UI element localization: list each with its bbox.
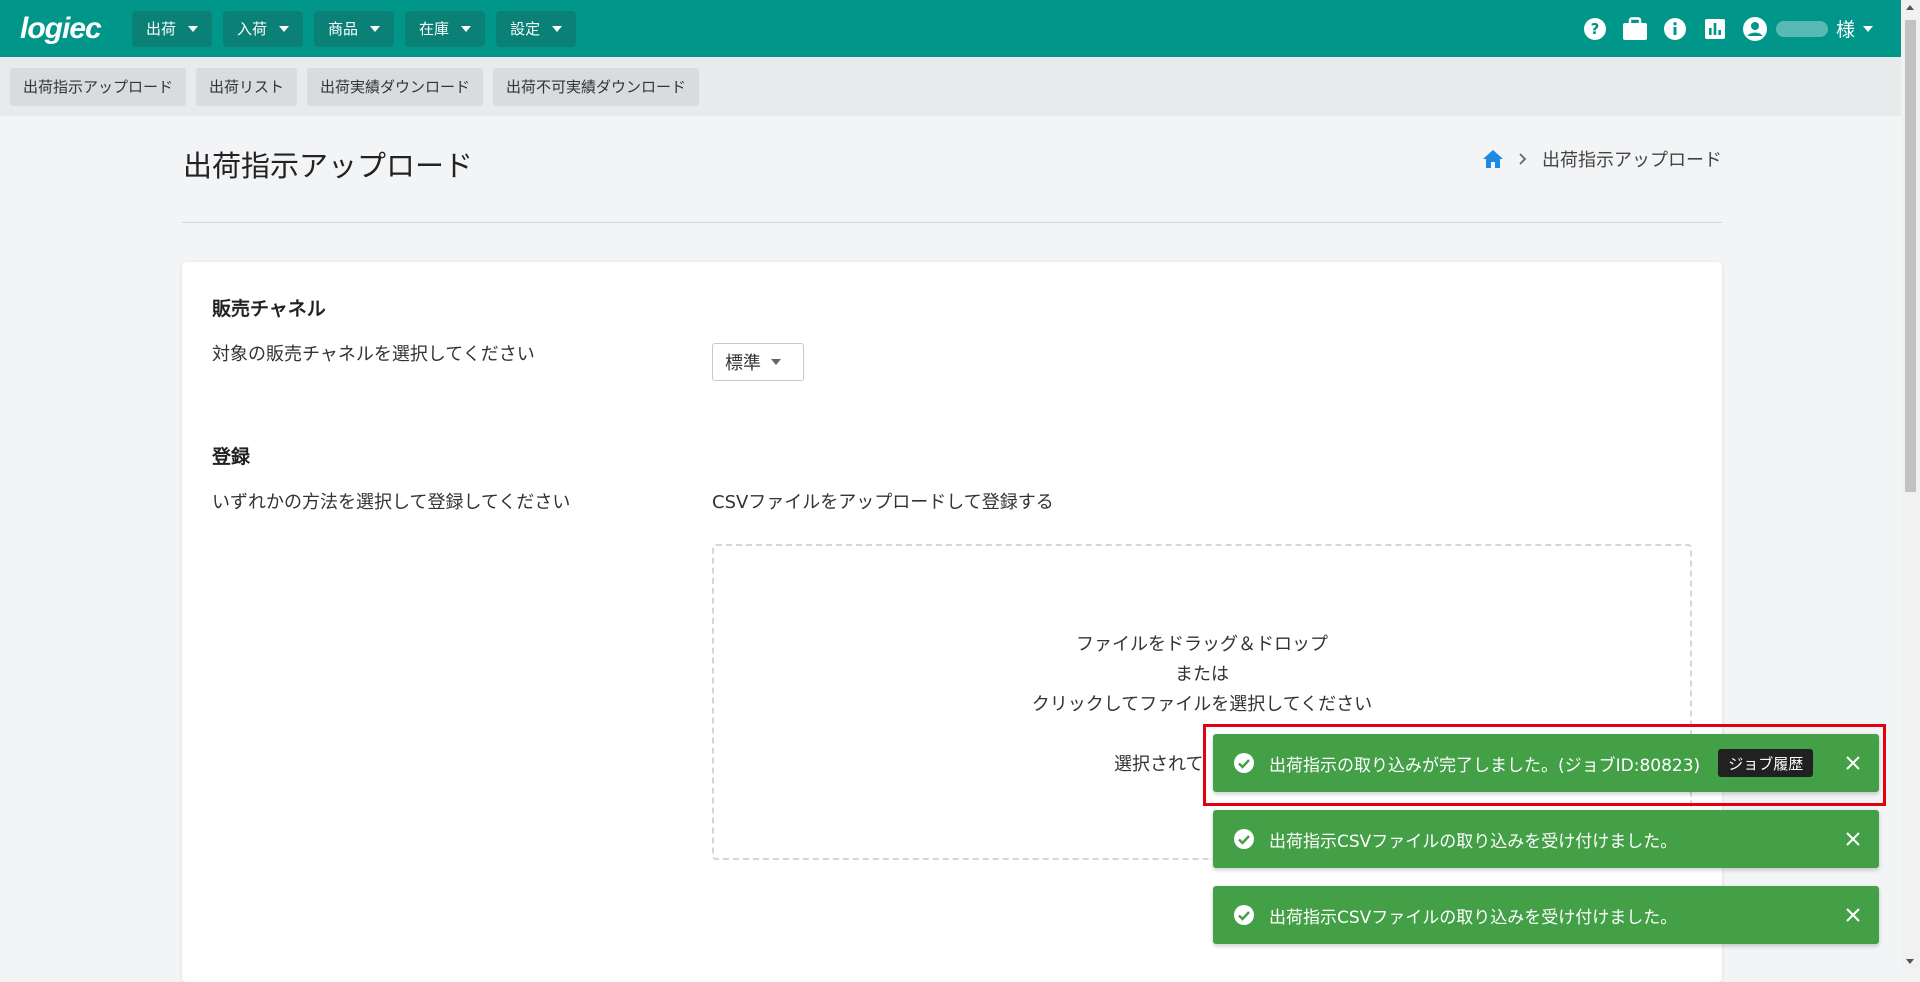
channel-select-value: 標準 bbox=[725, 353, 761, 374]
blurred-username bbox=[1775, 20, 1828, 37]
menu-label: 出荷 bbox=[146, 20, 177, 38]
subnav-results-download[interactable]: 出荷実績ダウンロード bbox=[307, 67, 484, 106]
menu-settings[interactable]: 設定 bbox=[496, 10, 577, 47]
menu-products[interactable]: 商品 bbox=[314, 10, 395, 47]
register-description: いずれかの方法を選択して登録してください bbox=[212, 492, 571, 513]
chart-icon[interactable] bbox=[1702, 16, 1728, 42]
subnav-shipping-list[interactable]: 出荷リスト bbox=[196, 67, 298, 106]
subnav-unshippable-download[interactable]: 出荷不可実績ダウンロード bbox=[493, 67, 700, 106]
help-icon[interactable]: ? bbox=[1582, 16, 1608, 42]
menu-shipping[interactable]: 出荷 bbox=[132, 10, 213, 47]
csv-upload-label: CSVファイルをアップロードして登録する bbox=[712, 492, 1054, 513]
main-nav: 出荷 入荷 商品 在庫 設定 bbox=[132, 10, 577, 47]
dropzone-text-or: または bbox=[1175, 664, 1229, 685]
scroll-down-icon[interactable] bbox=[1906, 959, 1914, 964]
user-menu[interactable]: 様 bbox=[1742, 15, 1873, 42]
close-icon[interactable] bbox=[1843, 905, 1863, 925]
register-section-title: 登録 bbox=[212, 446, 251, 468]
upload-card: 販売チャネル 対象の販売チャネルを選択してください 標準 登録 いずれかの方法を… bbox=[182, 262, 1722, 982]
menu-receiving[interactable]: 入荷 bbox=[223, 10, 304, 47]
briefcase-icon[interactable] bbox=[1622, 16, 1648, 42]
breadcrumb: 出荷指示アップロード bbox=[1482, 146, 1722, 172]
chevron-down-icon bbox=[370, 25, 381, 32]
chevron-down-icon bbox=[552, 25, 563, 32]
toast-message: 出荷指示CSVファイルの取り込みを受け付けました。 bbox=[1269, 907, 1678, 928]
menu-label: 商品 bbox=[328, 20, 359, 38]
user-suffix: 様 bbox=[1835, 19, 1855, 41]
menu-label: 在庫 bbox=[419, 20, 450, 38]
channel-section-title: 販売チャネル bbox=[212, 298, 326, 320]
toast-csv-accepted: 出荷指示CSVファイルの取り込みを受け付けました。 bbox=[1213, 810, 1879, 868]
chevron-down-icon bbox=[188, 25, 199, 32]
check-circle-icon bbox=[1234, 829, 1254, 849]
toast-message: 出荷指示CSVファイルの取り込みを受け付けました。 bbox=[1269, 831, 1678, 852]
header-actions: ? 様 bbox=[1582, 0, 1873, 57]
subnav-shipping-upload[interactable]: 出荷指示アップロード bbox=[10, 67, 187, 106]
info-icon[interactable] bbox=[1662, 16, 1688, 42]
divider bbox=[182, 222, 1722, 223]
highlight-box bbox=[1203, 724, 1886, 806]
svg-text:?: ? bbox=[1591, 20, 1600, 38]
menu-label: 入荷 bbox=[237, 20, 268, 38]
chevron-down-icon bbox=[1863, 25, 1873, 32]
channel-description: 対象の販売チャネルを選択してください bbox=[212, 344, 535, 365]
breadcrumb-current: 出荷指示アップロード bbox=[1542, 150, 1722, 171]
channel-select[interactable]: 標準 bbox=[712, 343, 804, 381]
account-icon bbox=[1742, 16, 1767, 41]
scroll-up-icon[interactable] bbox=[1906, 5, 1914, 10]
close-icon[interactable] bbox=[1843, 829, 1863, 849]
sub-nav: 出荷指示アップロード 出荷リスト 出荷実績ダウンロード 出荷不可実績ダウンロード bbox=[0, 57, 1901, 116]
scroll-thumb[interactable] bbox=[1905, 20, 1916, 492]
dropzone-text-click: クリックしてファイルを選択してください bbox=[1031, 694, 1373, 715]
app-logo[interactable]: logiec bbox=[20, 11, 116, 47]
chevron-right-icon bbox=[1519, 153, 1527, 165]
toast-csv-accepted: 出荷指示CSVファイルの取り込みを受け付けました。 bbox=[1213, 886, 1879, 944]
check-circle-icon bbox=[1234, 905, 1254, 925]
chevron-down-icon bbox=[461, 25, 472, 32]
top-header: logiec 出荷 入荷 商品 在庫 設定 ? 様 bbox=[0, 0, 1901, 57]
menu-inventory[interactable]: 在庫 bbox=[405, 10, 486, 47]
page-scrollbar[interactable] bbox=[1901, 0, 1920, 969]
chevron-down-icon bbox=[771, 359, 781, 365]
dropzone-text-drag: ファイルをドラッグ＆ドロップ bbox=[1076, 634, 1328, 655]
dropzone-selected-status: 選択されて bbox=[1114, 754, 1204, 775]
chevron-down-icon bbox=[279, 25, 290, 32]
home-icon[interactable] bbox=[1482, 149, 1504, 169]
page-title: 出荷指示アップロード bbox=[183, 149, 474, 183]
menu-label: 設定 bbox=[510, 20, 541, 38]
